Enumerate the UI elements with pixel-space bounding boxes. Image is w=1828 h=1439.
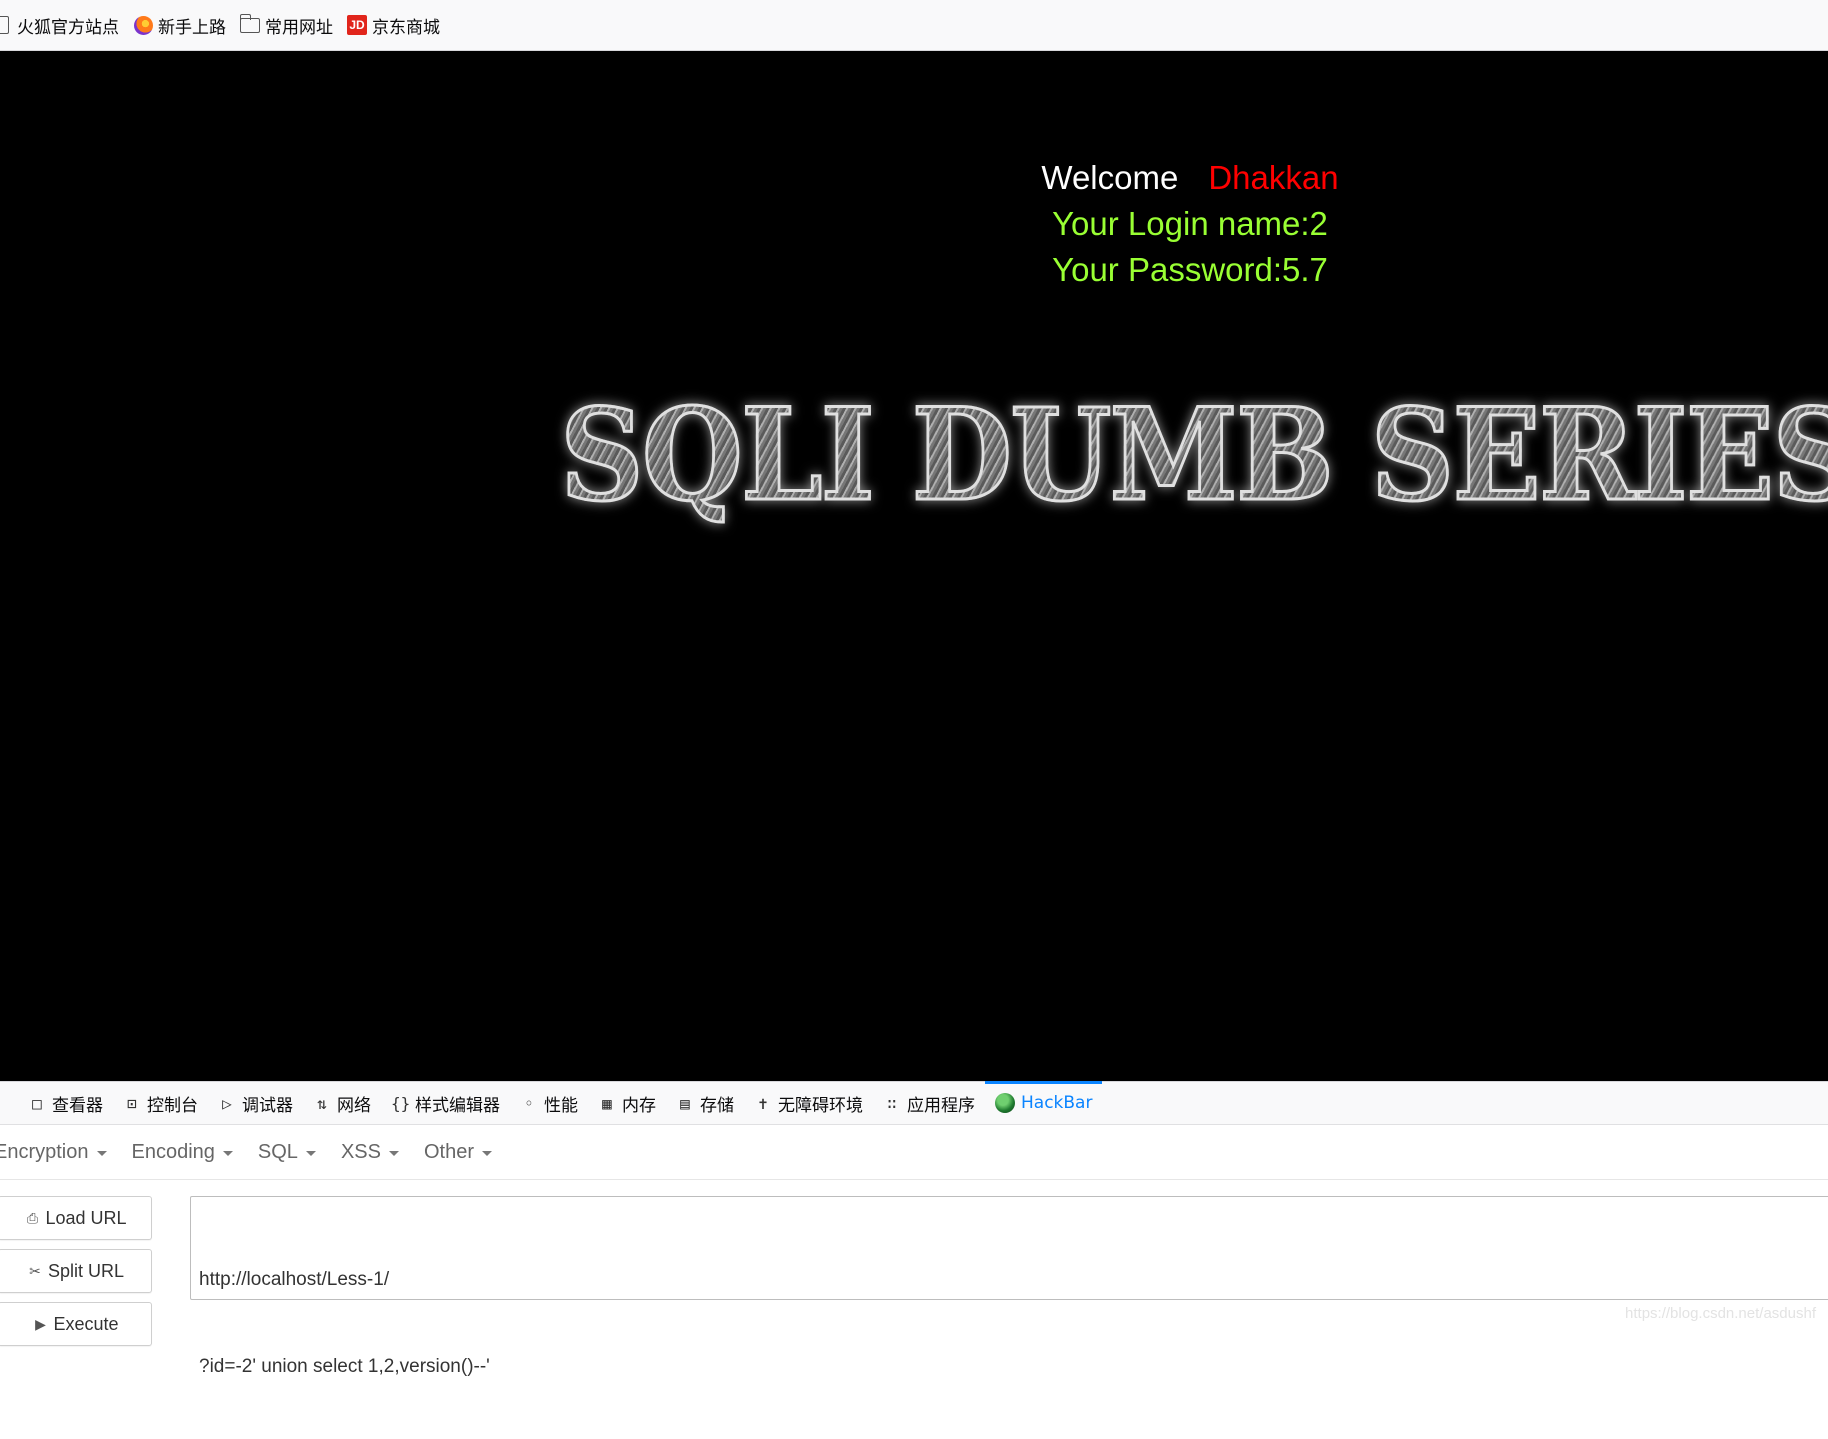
login-name-text: Your Login name:2 [1052,205,1328,242]
tab-hackbar[interactable]: HackBar [985,1081,1103,1124]
bookmark-firefox-official[interactable]: 火狐官方站点 [0,0,119,50]
menu-xss[interactable]: XSS [341,1141,399,1164]
menu-label: Other [423,1140,474,1163]
tab-network[interactable]: ⇅ 网络 [303,1082,381,1124]
hackbar-panel: ⎙ Load URL ✂ Split URL ▶ Execute http://… [0,1180,1828,1377]
page-icon [0,15,12,35]
bookmark-getting-started[interactable]: 新手上路 [133,0,226,50]
menu-label: XSS [340,1140,381,1163]
tab-application[interactable]: ∷ 应用程序 [873,1082,985,1124]
welcome-line: Welcome Dhakkan [1030,155,1350,201]
storage-icon: ▤ [680,1093,690,1113]
tab-debugger[interactable]: ▷ 调试器 [208,1082,303,1124]
bookmarks-toolbar: 火狐官方站点 新手上路 常用网址 JD 京东商城 [0,0,1828,51]
welcome-label: Welcome [1041,159,1179,196]
bookmark-label: 火狐官方站点 [17,17,119,38]
network-icon: ⇅ [317,1093,327,1113]
tab-label: 网络 [337,1095,371,1116]
execute-button[interactable]: ▶ Execute [0,1302,152,1346]
menu-other[interactable]: Other [424,1141,492,1164]
style-editor-icon: {} [391,1093,411,1113]
page-title-art: SQLI DUMB SERIES-1 [559,380,1828,531]
tab-label: 应用程序 [907,1095,975,1116]
button-label: Split URL [47,1260,125,1281]
tab-label: 性能 [544,1095,578,1116]
tab-label: 调试器 [242,1095,293,1116]
load-url-button[interactable]: ⎙ Load URL [0,1196,152,1240]
application-icon: ∷ [887,1093,897,1113]
caret-down-icon [482,1150,492,1156]
page-viewport: Welcome Dhakkan Your Login name:2 Your Pa… [0,51,1828,1081]
tab-inspector[interactable]: □ 查看器 [18,1082,113,1124]
watermark: https://blog.csdn.net/asdushf [1625,1305,1816,1322]
tab-memory[interactable]: ▦ 内存 [588,1082,666,1124]
password-text: Your Password:5.7 [1052,251,1328,288]
tab-label: 内存 [622,1095,656,1116]
tab-label: 控制台 [147,1095,198,1116]
tab-accessibility[interactable]: ✝ 无障碍环境 [744,1082,873,1124]
menu-encryption[interactable]: Encryption [0,1141,107,1164]
console-icon: ⊡ [127,1093,137,1113]
caret-down-icon [222,1150,233,1156]
jd-icon: JD [347,15,367,35]
url-line-1: http://localhost/Less-1/ [199,1269,390,1290]
split-url-button[interactable]: ✂ Split URL [0,1249,152,1293]
url-line-2: ?id=-2' union select 1,2,version()--' [199,1356,490,1377]
tab-label: 无障碍环境 [778,1095,863,1116]
inspector-icon: □ [32,1093,42,1113]
tab-console[interactable]: ⊡ 控制台 [113,1082,208,1124]
hackbar-icon [995,1093,1015,1113]
accessibility-icon: ✝ [758,1093,768,1113]
caret-down-icon [388,1150,399,1156]
tab-performance[interactable]: ◦ 性能 [510,1082,588,1124]
bookmark-label: 京东商城 [372,17,440,38]
welcome-name: Dhakkan [1208,159,1339,196]
play-icon: ▶ [35,1316,46,1332]
memory-icon: ▦ [602,1093,612,1113]
menu-encoding[interactable]: Encoding [132,1141,233,1164]
bookmark-label: 新手上路 [158,17,226,38]
folder-icon [239,13,260,35]
scissors-icon: ✂ [29,1263,41,1279]
tab-style-editor[interactable]: {} 样式编辑器 [381,1082,510,1124]
login-result: Welcome Dhakkan Your Login name:2 Your Pa… [1030,155,1350,293]
firefox-icon [133,15,153,35]
menu-label: Encryption [0,1140,89,1163]
menu-label: SQL [257,1140,298,1163]
hackbar-menu: Encryption Encoding SQL XSS Other [0,1125,1828,1180]
caret-down-icon [96,1150,107,1156]
bookmark-common-sites[interactable]: 常用网址 [239,0,333,50]
caret-down-icon [305,1150,316,1156]
devtools-toolbar: □ 查看器 ⊡ 控制台 ▷ 调试器 ⇅ 网络 {} 样式编辑器 ◦ 性能 ▦ 内… [0,1081,1828,1125]
button-label: Load URL [45,1207,127,1228]
menu-sql[interactable]: SQL [258,1141,316,1164]
tab-label: 查看器 [52,1095,103,1116]
button-label: Execute [53,1313,119,1334]
tab-label: 样式编辑器 [415,1095,500,1116]
tab-label: HackBar [1021,1093,1093,1113]
debugger-icon: ▷ [222,1093,232,1113]
bookmark-jd-mall[interactable]: JD 京东商城 [347,0,440,50]
bookmark-label: 常用网址 [265,17,333,38]
menu-label: Encoding [131,1140,215,1163]
url-textarea[interactable]: http://localhost/Less-1/ ?id=-2' union s… [190,1196,1828,1377]
load-icon: ⎙ [26,1210,39,1226]
tab-storage[interactable]: ▤ 存储 [666,1082,744,1124]
performance-icon: ◦ [524,1093,534,1113]
tab-label: 存储 [700,1095,734,1116]
